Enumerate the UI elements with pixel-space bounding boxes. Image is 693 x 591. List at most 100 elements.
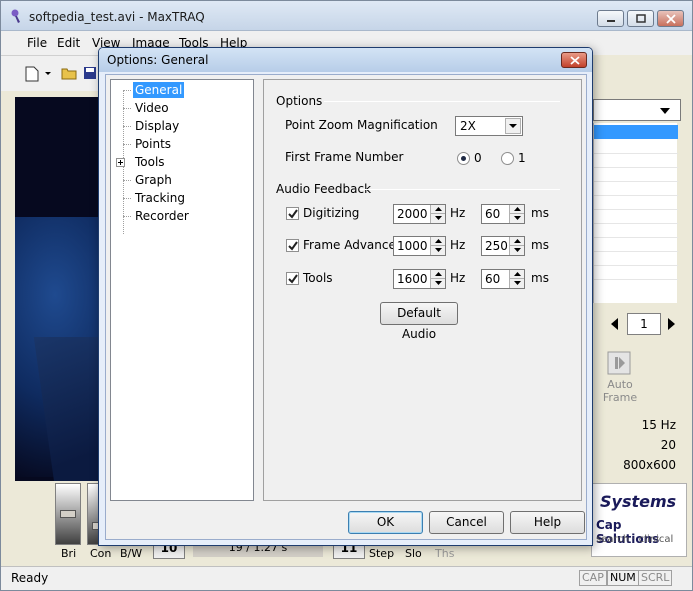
options-dialog: Options: General General Video Display P… (98, 47, 593, 546)
digitizing-hz-spinner[interactable]: 2000 (393, 204, 446, 224)
status-text: Ready (11, 571, 49, 585)
chevron-down-icon (660, 108, 670, 114)
scroll-lock-indicator: SCRL (638, 570, 673, 586)
window-title: softpedia_test.avi - MaxTRAQ (29, 10, 205, 24)
spin-up-button[interactable] (430, 205, 445, 214)
brightness-slider[interactable] (55, 483, 81, 545)
spin-down-button[interactable] (430, 246, 445, 255)
tree-item-graph[interactable]: Graph (133, 172, 174, 188)
frame-advance-ms-spinner[interactable]: 250 (481, 236, 525, 256)
frame-number-field[interactable]: 1 (627, 313, 661, 335)
tools-checkbox[interactable] (286, 272, 299, 285)
point-list[interactable] (593, 123, 678, 303)
zoom-dropdown-button[interactable] (505, 118, 521, 134)
tree-item-tools[interactable]: Tools (133, 154, 167, 170)
tree-item-tracking[interactable]: Tracking (133, 190, 187, 206)
selected-point-row[interactable] (594, 125, 678, 139)
zoom-magnification-select[interactable]: 2X (455, 116, 523, 136)
tools-hz-spinner[interactable]: 1600 (393, 269, 446, 289)
chevron-down-icon (435, 281, 442, 285)
tree-item-display[interactable]: Display (133, 118, 181, 134)
spin-up-button[interactable] (430, 237, 445, 246)
point-set-combo[interactable] (593, 99, 681, 121)
spin-down-button[interactable] (509, 246, 524, 255)
open-folder-icon[interactable] (61, 66, 77, 80)
resolution-value: 800x600 (623, 458, 676, 472)
dialog-body: General Video Display Points Tools Graph… (105, 74, 587, 540)
first-frame-radio-1[interactable] (501, 152, 514, 165)
chevron-up-icon (514, 272, 521, 276)
main-titlebar[interactable]: softpedia_test.avi - MaxTRAQ (1, 1, 692, 31)
tree-item-video[interactable]: Video (133, 100, 171, 116)
tree-item-recorder[interactable]: Recorder (133, 208, 191, 224)
spin-down-button[interactable] (430, 214, 445, 223)
spin-up-button[interactable] (430, 270, 445, 279)
frame-advance-checkbox[interactable] (286, 239, 299, 252)
digitizing-ms-spinner[interactable]: 60 (481, 204, 525, 224)
default-audio-button[interactable]: Default Audio (380, 302, 458, 341)
frame-rate-value: 15 Hz (641, 418, 676, 432)
frame-advance-hz-spinner[interactable]: 1000 (393, 236, 446, 256)
tools-ms-spinner[interactable]: 60 (481, 269, 525, 289)
step-label: Step (369, 547, 395, 560)
help-button[interactable]: Help (510, 511, 585, 534)
video-frame[interactable] (15, 97, 110, 481)
digitizing-checkbox[interactable] (286, 207, 299, 220)
logo-subtext: search · clinical (596, 534, 674, 545)
spin-up-button[interactable] (509, 270, 524, 279)
dialog-title: Options: General (107, 53, 209, 67)
spin-up-button[interactable] (509, 237, 524, 246)
tree-item-general[interactable]: General (133, 82, 185, 98)
checkmark-icon (288, 274, 298, 284)
chevron-up-icon (435, 239, 442, 243)
chevron-down-icon (435, 248, 442, 252)
first-frame-radio-0[interactable] (457, 152, 470, 165)
hz-unit: Hz (450, 271, 466, 285)
previous-frame-icon[interactable] (607, 315, 623, 333)
close-button[interactable] (657, 10, 684, 27)
frame-advance-label: Frame Advance (303, 238, 396, 252)
maximize-button[interactable] (627, 10, 654, 27)
auto-frame-label: Auto Frame (602, 378, 638, 404)
menu-edit[interactable]: Edit (57, 36, 80, 50)
dropdown-arrow-icon[interactable] (45, 72, 51, 76)
first-frame-radio-1-label: 1 (518, 151, 526, 165)
tree-item-points[interactable]: Points (133, 136, 173, 152)
audio-feedback-group-label: Audio Feedback (276, 182, 372, 196)
spin-up-button[interactable] (509, 205, 524, 214)
chevron-up-icon (514, 207, 521, 211)
brightness-label: Bri (61, 547, 77, 560)
cancel-button[interactable]: Cancel (429, 511, 504, 534)
checkmark-icon (288, 209, 298, 219)
spin-down-button[interactable] (509, 279, 524, 288)
spin-down-button[interactable] (430, 279, 445, 288)
tools-expander-icon[interactable] (116, 158, 125, 167)
chevron-down-icon (514, 281, 521, 285)
dialog-titlebar[interactable]: Options: General (99, 48, 592, 72)
company-logo: Systems Cap Solutions search · clinical (591, 483, 687, 557)
hz-unit: Hz (450, 238, 466, 252)
zoom-magnification-label: Point Zoom Magnification (285, 118, 438, 132)
tools-hz-value: 1600 (397, 272, 428, 286)
tools-audio-label: Tools (303, 271, 333, 285)
dialog-close-button[interactable] (561, 52, 587, 68)
digitizing-label: Digitizing (303, 206, 360, 220)
minimize-icon (607, 20, 615, 22)
new-file-icon[interactable] (25, 66, 39, 82)
menu-file[interactable]: File (27, 36, 47, 50)
options-tree: General Video Display Points Tools Graph… (110, 79, 254, 501)
spin-down-button[interactable] (509, 214, 524, 223)
toolbar (1, 55, 101, 91)
threshold-label: Ths (435, 547, 455, 560)
chevron-down-icon (514, 216, 521, 220)
chevron-up-icon (514, 239, 521, 243)
ok-button[interactable]: OK (348, 511, 423, 534)
save-icon[interactable] (83, 66, 97, 80)
next-frame-icon[interactable] (663, 315, 679, 333)
chevron-up-icon (435, 272, 442, 276)
minimize-button[interactable] (597, 10, 624, 27)
auto-frame-icon[interactable] (607, 351, 631, 375)
chevron-down-icon (514, 248, 521, 252)
checkmark-icon (288, 241, 298, 251)
status-bar: Ready CAP NUM SCRL (1, 566, 692, 590)
